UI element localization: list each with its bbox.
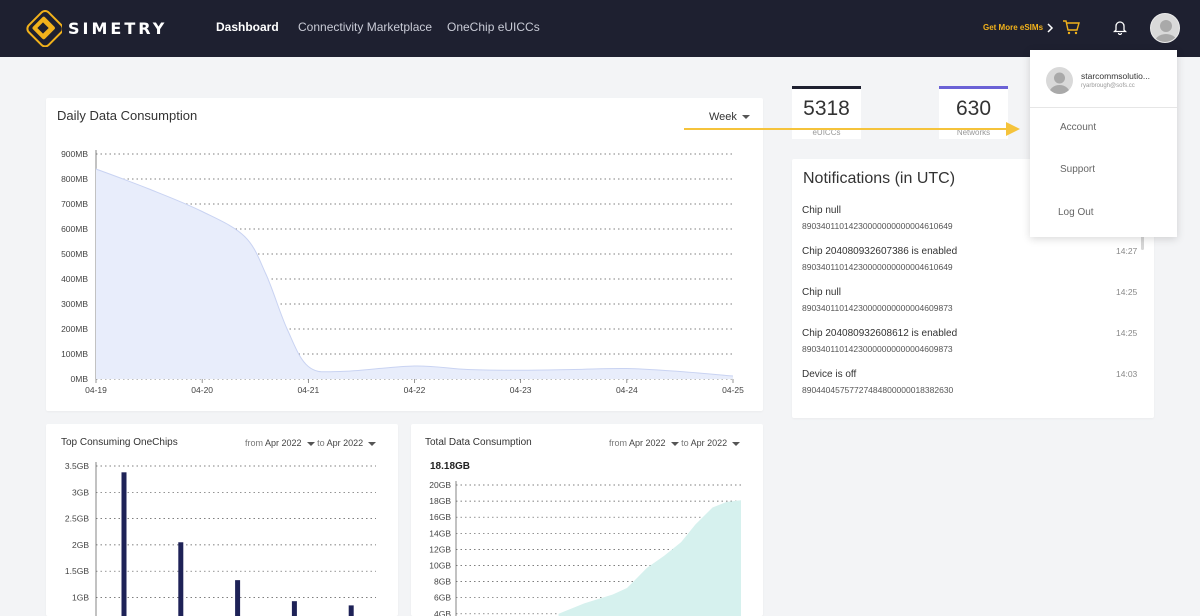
notification-iccid: 89044045757727484800000018382630 <box>802 385 954 395</box>
y-tick-label: 200MB <box>61 324 88 334</box>
y-tick-label: 100MB <box>61 349 88 359</box>
bar <box>291 601 297 616</box>
notification-title: Chip 204080932607386 is enabled <box>802 246 958 257</box>
y-tick-label: 2.5GB <box>65 514 89 524</box>
y-tick-label: 1.5GB <box>65 566 89 576</box>
y-tick-label: 18GB <box>429 496 451 506</box>
x-tick-label: 04-23 <box>510 385 532 395</box>
area-fill <box>558 500 741 616</box>
bell-icon[interactable] <box>1113 19 1127 35</box>
nav-connectivity-marketplace[interactable]: Connectivity Marketplace <box>298 20 432 34</box>
y-tick-label: 900MB <box>61 149 88 159</box>
stat-value: 630 <box>955 97 992 120</box>
user-email: ryarbrough@sofs.cc <box>1081 83 1135 89</box>
y-tick-label: 600MB <box>61 224 88 234</box>
brand-name: SIMETRY <box>68 19 168 38</box>
total-consumption-card: Total Data Consumption from Apr 2022 to … <box>411 424 763 616</box>
x-tick-label: 04-19 <box>85 385 107 395</box>
y-tick-label: 10GB <box>429 561 451 571</box>
annotation-arrow <box>684 122 1020 136</box>
total-chart: 20GB 18GB 16GB 14GB 12GB 10GB 8GB 6GB 4GB <box>429 480 741 616</box>
bar <box>178 542 184 616</box>
y-tick-label: 6GB <box>434 593 451 603</box>
x-tick-label: 04-24 <box>616 385 638 395</box>
menu-item-account[interactable]: Account <box>1060 122 1096 133</box>
y-tick-label: 8GB <box>434 577 451 587</box>
divider <box>1030 107 1177 108</box>
avatar <box>1046 67 1073 94</box>
avatar-icon <box>1154 20 1178 42</box>
y-tick-label: 14GB <box>429 528 451 538</box>
stat-value: 5318 <box>803 97 850 120</box>
logo[interactable]: SIMETRY <box>24 9 164 47</box>
y-tick-label: 400MB <box>61 274 88 284</box>
notification-time: 14:25 <box>1116 287 1138 297</box>
y-tick-label: 300MB <box>61 299 88 309</box>
top-chips-card: Top Consuming OneChips from Apr 2022 to … <box>46 424 398 616</box>
notifications-title: Notifications (in UTC) <box>803 170 956 187</box>
menu-item-log-out[interactable]: Log Out <box>1058 207 1094 218</box>
notifications-scrollbar[interactable] <box>1141 236 1144 250</box>
y-tick-label: 800MB <box>61 174 88 184</box>
avatar[interactable] <box>1150 13 1180 43</box>
notification-iccid: 89034011014230000000000004610649 <box>802 262 953 272</box>
bar <box>235 580 241 616</box>
y-tick-label: 500MB <box>61 249 88 259</box>
notification-title: Chip null <box>802 205 841 216</box>
x-tick-label: 04-20 <box>191 385 213 395</box>
x-tick-label: 04-21 <box>297 385 319 395</box>
notification-iccid: 89034011014230000000000004610649 <box>802 221 953 231</box>
user-dropdown-menu: starcommsolutio... ryarbrough@sofs.cc Ac… <box>1030 50 1177 237</box>
bar <box>121 472 127 616</box>
notification-title: Chip null <box>802 287 841 298</box>
notification-time: 14:27 <box>1116 246 1138 256</box>
bar <box>348 605 354 616</box>
nav-dashboard[interactable]: Dashboard <box>216 20 279 34</box>
y-tick-label: 2GB <box>72 540 89 550</box>
y-tick-label: 4GB <box>434 609 451 616</box>
top-navbar: SIMETRY Dashboard Connectivity Marketpla… <box>0 0 1200 57</box>
chevron-right-icon[interactable] <box>1046 22 1054 34</box>
user-name: starcommsolutio... <box>1081 71 1150 81</box>
notification-title: Device is off <box>802 369 857 380</box>
area-fill <box>96 169 733 379</box>
daily-consumption-card: Daily Data Consumption Week 900MB 800MB 70… <box>46 98 763 411</box>
y-tick-label: 1GB <box>72 593 89 603</box>
notification-iccid: 89034011014230000000000004609873 <box>802 303 953 313</box>
menu-item-support[interactable]: Support <box>1060 164 1095 175</box>
x-tick-label: 04-22 <box>404 385 426 395</box>
notification-iccid: 89034011014230000000000004609873 <box>802 344 953 354</box>
y-tick-label: 700MB <box>61 199 88 209</box>
nav-onechip-euiccs[interactable]: OneChip eUICCs <box>447 20 540 34</box>
notification-time: 14:03 <box>1116 369 1138 379</box>
y-tick-label: 16GB <box>429 512 451 522</box>
y-tick-label: 3.5GB <box>65 461 89 471</box>
notification-title: Chip 204080932608612 is enabled <box>802 328 958 339</box>
y-tick-label: 20GB <box>429 480 451 490</box>
get-more-esims-link[interactable]: Get More eSIMs <box>983 23 1043 32</box>
logo-icon <box>26 9 62 47</box>
daily-chart: 900MB 800MB 700MB 600MB 500MB 400MB 300MB 200MB… <box>61 149 744 395</box>
avatar-icon <box>1049 72 1070 94</box>
top-chips-chart: 3.5GB 3GB 2.5GB 2GB 1.5GB 1GB <box>65 461 376 616</box>
y-tick-label: 0MB <box>71 374 89 384</box>
notification-time: 14:25 <box>1116 328 1138 338</box>
y-tick-label: 12GB <box>429 544 451 554</box>
cart-icon[interactable] <box>1062 19 1080 35</box>
x-tick-label: 04-25 <box>722 385 744 395</box>
y-tick-label: 3GB <box>72 487 89 497</box>
